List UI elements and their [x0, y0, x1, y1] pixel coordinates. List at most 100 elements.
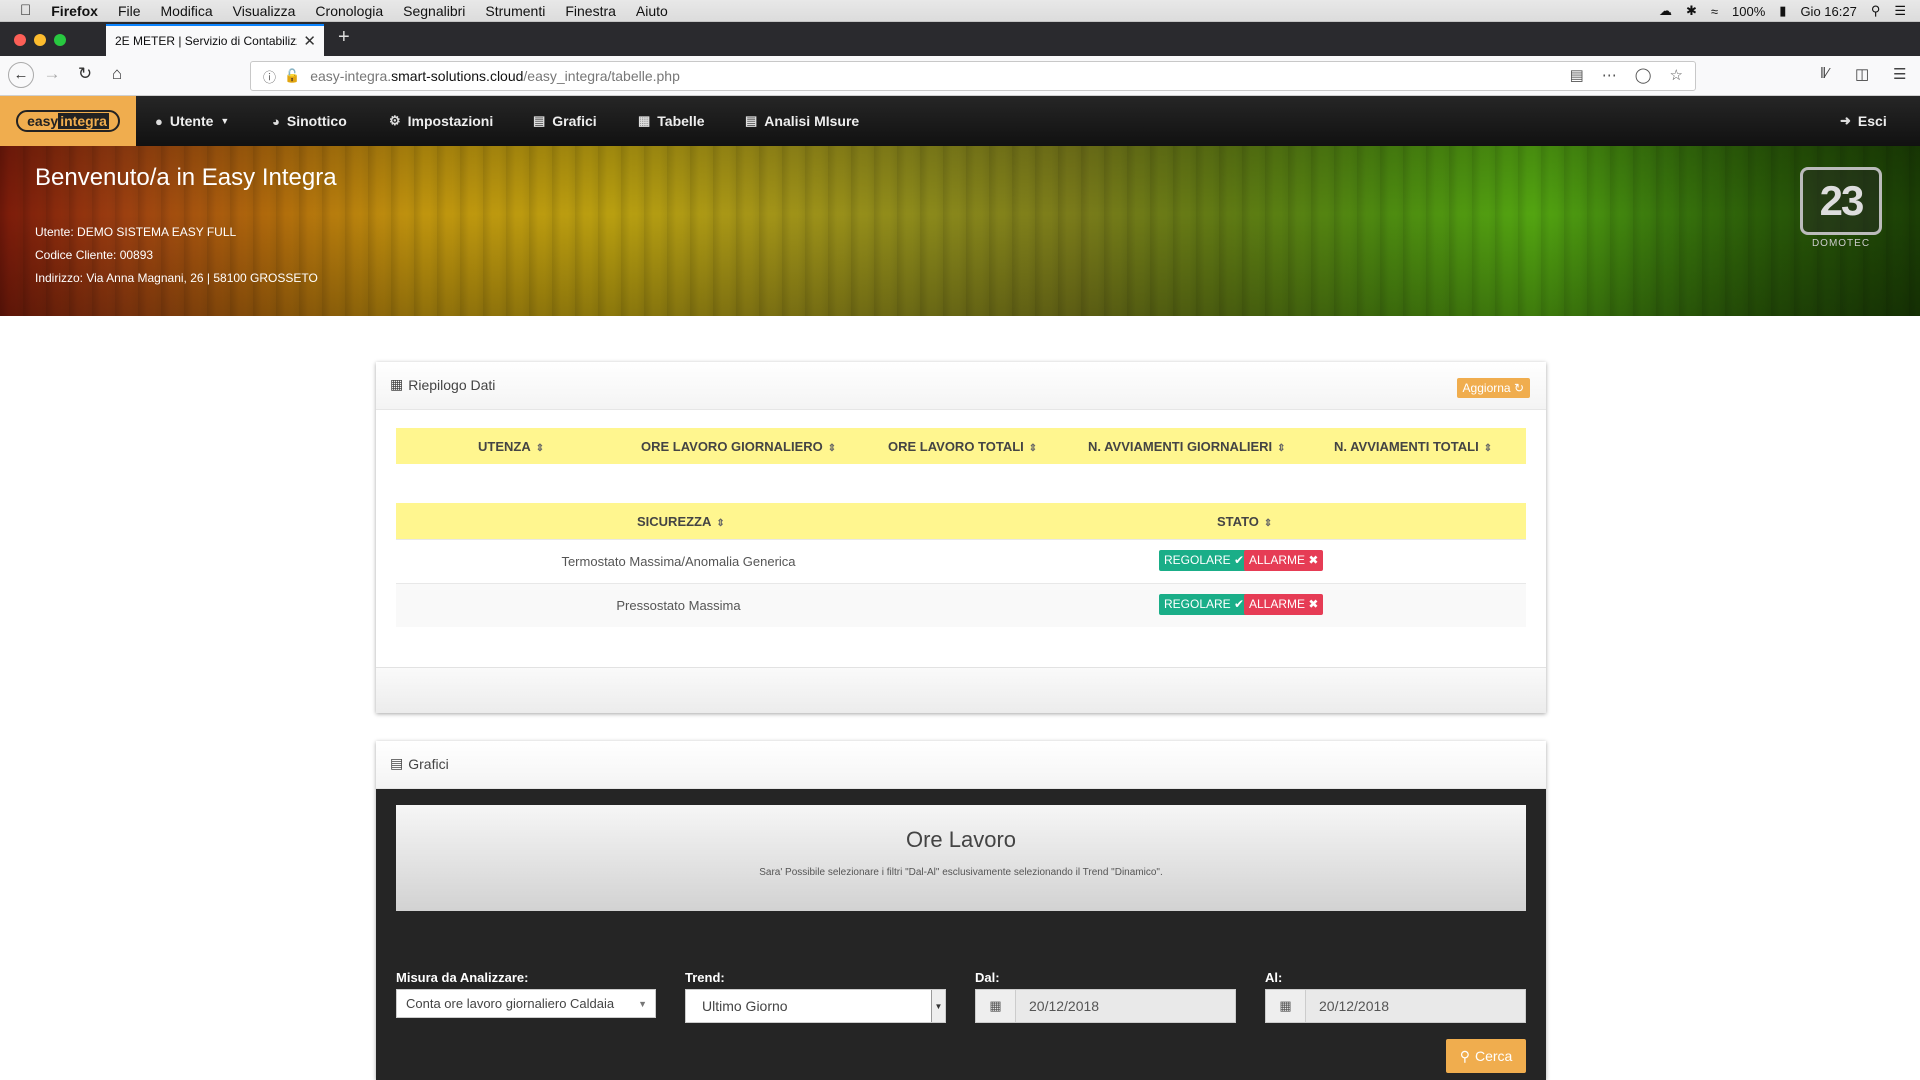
calendar-icon: ▦	[976, 990, 1016, 1022]
nav-utente[interactable]: ● Utente ▼	[155, 96, 229, 146]
easy-integra-logo[interactable]: easy integra	[0, 96, 136, 146]
info-icon[interactable]: ⓘ	[263, 67, 276, 86]
close-tab-icon[interactable]: ✕	[303, 32, 316, 50]
page-actions-icon[interactable]: ⋯	[1602, 66, 1617, 84]
times-icon: ✖	[1308, 597, 1319, 611]
close-window-icon[interactable]	[14, 34, 26, 46]
back-icon[interactable]: ←	[8, 62, 34, 88]
home-icon[interactable]: ⌂	[105, 64, 129, 84]
measure-select[interactable]: Conta ore lavoro giornaliero Caldaia ▼	[396, 989, 656, 1018]
pocket-icon[interactable]: ◯	[1635, 66, 1652, 84]
sign-out-icon: ➜	[1840, 113, 1851, 128]
logout-button[interactable]: ➜ Esci	[1840, 96, 1887, 146]
col-stato[interactable]: STATO ⇕	[1217, 514, 1272, 529]
sidebar-icon[interactable]: ◫	[1855, 65, 1869, 83]
forward-icon[interactable]: →	[40, 64, 64, 84]
menu-segnalibri[interactable]: Segnalibri	[393, 3, 475, 19]
browser-tab-active[interactable]: 2E METER | Servizio di Contabilizzazione…	[106, 24, 324, 56]
spotlight-icon[interactable]: ⚲	[1871, 3, 1881, 19]
new-tab-icon[interactable]: +	[338, 26, 350, 49]
security-name: Pressostato Massima	[616, 598, 741, 613]
menu-file[interactable]: File	[108, 3, 151, 19]
logo-easy: easy	[27, 113, 59, 129]
col-avviamenti-totali[interactable]: N. AVVIAMENTI TOTALI ⇕	[1334, 439, 1492, 454]
nav-impostazioni[interactable]: ⚙ Impostazioni	[389, 96, 493, 146]
window-controls	[14, 34, 66, 46]
minimize-window-icon[interactable]	[34, 34, 46, 46]
nav-analisi-misure[interactable]: ▤ Analisi MIsure	[745, 96, 859, 146]
refresh-label: Aggiorna	[1462, 381, 1511, 395]
col-ore-totali[interactable]: ORE LAVORO TOTALI ⇕	[888, 439, 1037, 454]
trend-label: Trend:	[685, 970, 725, 985]
riepilogo-title: ▦ Riepilogo Dati	[390, 376, 495, 393]
table-row: Termostato Massima/Anomalia Generica REG…	[396, 539, 1526, 583]
times-icon: ✖	[1308, 553, 1319, 567]
search-icon: ⚲	[1459, 1047, 1470, 1064]
reader-view-icon[interactable]: ▤	[1570, 66, 1584, 84]
insecure-lock-icon[interactable]: 🔓	[284, 68, 300, 84]
tab-title: 2E METER | Servizio di Contabilizzazione	[115, 34, 297, 48]
to-date-value: 20/12/2018	[1319, 998, 1390, 1014]
nav-tabelle[interactable]: ▦ Tabelle	[638, 96, 705, 146]
from-label: Dal:	[975, 970, 1000, 985]
to-date-input[interactable]: ▦ 20/12/2018	[1265, 989, 1526, 1023]
col-utenza[interactable]: UTENZA ⇕	[478, 439, 544, 454]
menu-aiuto[interactable]: Aiuto	[626, 3, 678, 19]
hamburger-menu-icon[interactable]: ☰	[1893, 65, 1906, 83]
reload-icon[interactable]: ↻	[73, 64, 97, 84]
search-button[interactable]: ⚲ Cerca	[1446, 1039, 1526, 1073]
select-arrows-icon: ▼	[931, 990, 945, 1022]
url-path: /easy_integra/tabelle.php	[523, 68, 680, 84]
user-icon: ●	[155, 113, 163, 129]
battery-percent[interactable]: 100%	[1732, 4, 1765, 19]
battery-icon[interactable]: ▮	[1779, 3, 1786, 19]
menu-visualizza[interactable]: Visualizza	[223, 3, 306, 19]
bar-chart-icon: ▤	[533, 113, 546, 128]
menu-strumenti[interactable]: Strumenti	[475, 3, 555, 19]
security-name: Termostato Massima/Anomalia Generica	[561, 554, 796, 569]
cloud-icon[interactable]: ☁	[1659, 3, 1672, 19]
sort-icon: ⇕	[1277, 443, 1286, 454]
badge-label: ALLARME	[1249, 597, 1306, 611]
menu-finestra[interactable]: Finestra	[555, 3, 626, 19]
wifi-icon[interactable]: ≈	[1711, 4, 1718, 19]
grafici-title: ▤ Grafici	[390, 755, 449, 772]
nav-tabelle-label: Tabelle	[657, 113, 705, 129]
notification-center-icon[interactable]: ☰	[1894, 3, 1906, 19]
clock[interactable]: Gio 16:27	[1800, 4, 1856, 19]
table-icon: ▦	[638, 113, 651, 128]
trend-select[interactable]: Ultimo Giorno ▼	[685, 989, 946, 1023]
refresh-button[interactable]: Aggiorna ↻	[1456, 378, 1530, 398]
col-avviamenti-giornalieri-label: N. AVVIAMENTI GIORNALIERI	[1088, 439, 1273, 454]
cogs-icon: ⚙	[389, 113, 401, 128]
from-date-input[interactable]: ▦ 20/12/2018	[975, 989, 1236, 1023]
client-code: Codice Cliente: 00893	[35, 248, 154, 262]
nav-grafici[interactable]: ▤ Grafici	[533, 96, 597, 146]
menu-modifica[interactable]: Modifica	[151, 3, 223, 19]
col-utenza-label: UTENZA	[478, 439, 531, 454]
nav-sinottico[interactable]: ◕ Sinottico	[272, 96, 347, 146]
apple-icon[interactable]: 	[0, 2, 41, 19]
col-sicurezza[interactable]: SICUREZZA ⇕	[637, 514, 725, 529]
bluetooth-icon[interactable]: ✱	[1686, 3, 1697, 19]
check-icon: ✔	[1234, 553, 1245, 567]
library-icon[interactable]: ‖⁄	[1820, 65, 1829, 82]
menu-cronologia[interactable]: Cronologia	[305, 3, 393, 19]
col-sicurezza-label: SICUREZZA	[637, 514, 712, 529]
nav-analisi-label: Analisi MIsure	[764, 113, 860, 129]
bookmark-star-icon[interactable]: ☆	[1670, 66, 1683, 84]
url-bar[interactable]: ⓘ 🔓 easy-integra. smart-solutions.cloud/e…	[250, 61, 1696, 91]
menu-app-name[interactable]: Firefox	[41, 3, 108, 19]
logo-integra: integra	[58, 113, 109, 129]
caret-down-icon: ▼	[220, 116, 230, 126]
sort-icon: ⇕	[1263, 518, 1273, 529]
status-badge-allarme: ALLARME ✖	[1244, 550, 1324, 571]
grafici-header: ▤ Grafici	[376, 741, 1546, 789]
col-ore-giornaliero[interactable]: ORE LAVORO GIORNALIERO ⇕	[641, 439, 836, 454]
col-avviamenti-giornalieri[interactable]: N. AVVIAMENTI GIORNALIERI ⇕	[1088, 439, 1286, 454]
grafici-body: Ore Lavoro Sara' Possibile selezionare i…	[376, 789, 1546, 1080]
url-prefix: easy-integra.	[310, 68, 392, 84]
sort-icon: ⇕	[716, 518, 725, 529]
zoom-window-icon[interactable]	[54, 34, 66, 46]
bar-chart-icon: ▤	[390, 755, 404, 771]
